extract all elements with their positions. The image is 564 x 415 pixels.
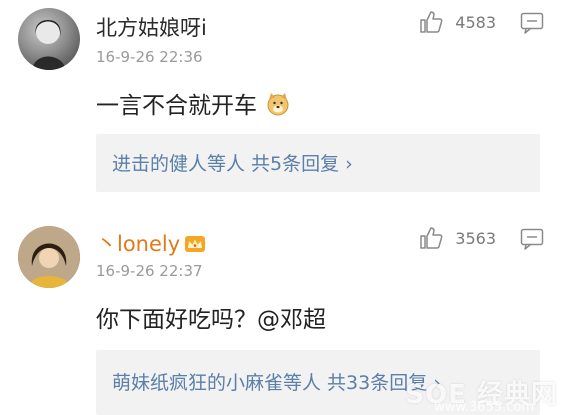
- dog-emoji-icon: [267, 93, 289, 116]
- replies-summary-link[interactable]: 进击的健人等人 共5条回复 ›: [112, 149, 353, 176]
- comment-reply-icon[interactable]: [520, 12, 544, 34]
- replies-summary-box[interactable]: 进击的健人等人 共5条回复 ›: [96, 134, 540, 192]
- timestamp: 16-9-26 22:37: [96, 262, 203, 280]
- chevron-right-icon: ›: [345, 153, 353, 175]
- replies-summary-link[interactable]: 萌妹纸疯狂的小麻雀等人 共33条回复 ›: [112, 368, 441, 395]
- username-text[interactable]: 北方姑娘呀i: [96, 16, 207, 40]
- watermark-url: www.3655.com: [434, 400, 534, 415]
- replies-summary-text[interactable]: 萌妹纸疯狂的小麻雀等人 共33条回复: [112, 372, 427, 394]
- like-button[interactable]: 4583: [419, 10, 496, 34]
- thumbs-up-icon[interactable]: [419, 10, 443, 34]
- like-button[interactable]: 3563: [419, 226, 496, 250]
- username[interactable]: 丶lonely: [96, 228, 206, 258]
- comment-item: 北方姑娘呀i 16-9-26 22:36 4583 一言不合就开车 进击的健人等…: [0, 0, 564, 205]
- comment-text: 一言不合就开车: [96, 93, 257, 119]
- thumbs-up-icon[interactable]: [419, 226, 443, 250]
- like-count: 3563: [455, 228, 496, 248]
- timestamp: 16-9-26 22:36: [96, 48, 203, 66]
- avatar-image: [18, 226, 80, 288]
- vip-crown-icon: [185, 236, 206, 252]
- replies-summary-text[interactable]: 进击的健人等人 共5条回复: [112, 153, 339, 175]
- username[interactable]: 北方姑娘呀i: [96, 12, 207, 42]
- comment-content: 一言不合就开车: [96, 86, 290, 120]
- username-text[interactable]: 丶lonely: [96, 232, 180, 256]
- avatar[interactable]: [18, 226, 80, 288]
- like-count: 4583: [455, 12, 496, 32]
- avatar[interactable]: [18, 8, 80, 70]
- comment-reply-icon[interactable]: [520, 228, 544, 250]
- comment-text: 你下面好吃吗？@邓超: [96, 307, 326, 333]
- comment-content: 你下面好吃吗？@邓超: [96, 300, 326, 334]
- avatar-image: [32, 20, 66, 70]
